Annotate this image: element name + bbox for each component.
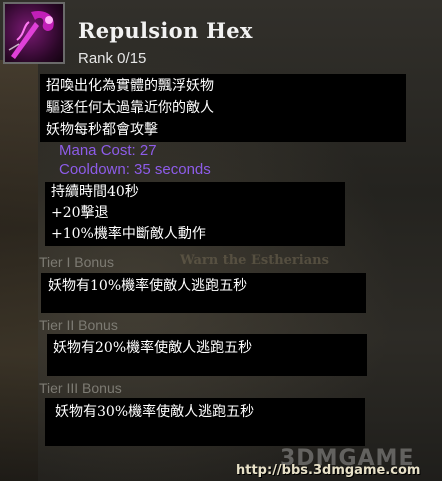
stat-line: +20擊退: [51, 205, 109, 221]
tier-3-bonus: 妖物有30%機率使敵人逃跑五秒: [45, 398, 365, 446]
background-quest-text: Warn the Estherians: [180, 253, 329, 268]
skill-description: 招喚出化為實體的飄浮妖物 驅逐任何太過靠近你的敵人 妖物每秒都會攻擊: [40, 74, 406, 142]
description-line: 妖物每秒都會攻擊: [46, 122, 158, 138]
tier-2-text: 妖物有20%機率使敵人逃跑五秒: [53, 340, 253, 356]
tier-1-bonus: 妖物有10%機率使敵人逃跑五秒: [41, 273, 366, 313]
repulsion-hex-icon: [3, 2, 65, 64]
tier-1-label: Tier I Bonus: [39, 254, 114, 270]
cooldown: Cooldown: 35 seconds: [59, 161, 211, 178]
background-character-strip: [0, 60, 38, 481]
skill-title: Repulsion Hex: [78, 18, 253, 43]
tier-2-label: Tier II Bonus: [39, 317, 118, 333]
skill-stats: 持續時間40秒 +20擊退 +10%機率中斷敵人動作: [45, 182, 345, 246]
tier-3-text: 妖物有30%機率使敵人逃跑五秒: [55, 404, 255, 420]
description-line: 驅逐任何太過靠近你的敵人: [46, 100, 214, 116]
description-line: 招喚出化為實體的飄浮妖物: [46, 78, 214, 94]
tier-2-bonus: 妖物有20%機率使敵人逃跑五秒: [47, 334, 367, 376]
skill-rank: Rank 0/15: [78, 50, 147, 67]
stat-line: +10%機率中斷敵人動作: [51, 226, 206, 242]
watermark-url: http://bbs.3dmgame.com: [236, 463, 421, 478]
mana-cost: Mana Cost: 27: [59, 142, 157, 159]
stat-line: 持續時間40秒: [51, 184, 139, 200]
tier-3-label: Tier III Bonus: [39, 380, 122, 396]
tier-1-text: 妖物有10%機率使敵人逃跑五秒: [48, 278, 248, 294]
